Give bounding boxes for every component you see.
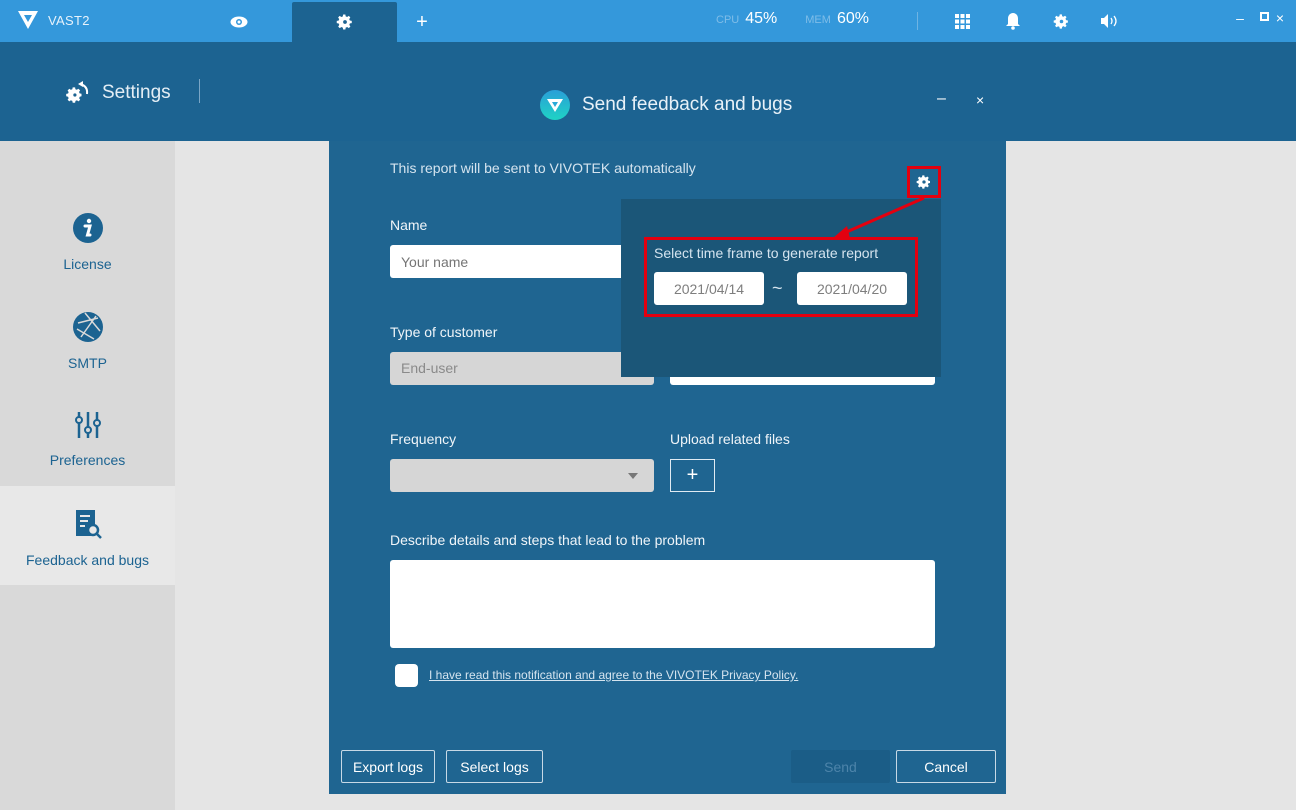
- customer-type-field[interactable]: End-user: [390, 352, 654, 385]
- maximize-icon: [1259, 12, 1269, 21]
- time-frame-highlight-annotation: [644, 237, 918, 317]
- sidebar-item-label: Feedback and bugs: [26, 552, 149, 568]
- add-tab-button[interactable]: +: [410, 2, 434, 42]
- gear-icon: [336, 14, 352, 30]
- minimize-window-button[interactable]: –: [1232, 10, 1248, 26]
- settings-sidebar: License SMTP Preferences Feedback and bu…: [0, 141, 175, 810]
- notifications-button[interactable]: [1004, 12, 1022, 30]
- sidebar-item-preferences[interactable]: Preferences: [0, 388, 175, 487]
- plus-icon: +: [686, 464, 699, 486]
- bell-icon: [1006, 12, 1020, 30]
- privacy-checkbox[interactable]: [395, 664, 418, 687]
- maximize-window-button[interactable]: [1256, 12, 1272, 24]
- mem-label: MEM: [805, 14, 831, 26]
- tab-settings[interactable]: [292, 2, 397, 42]
- sidebar-item-license[interactable]: License: [0, 190, 175, 289]
- select-logs-button[interactable]: Select logs: [446, 750, 543, 783]
- toolbar-divider: [917, 12, 918, 30]
- app-name: VAST2: [48, 12, 90, 28]
- mem-value: 60%: [836, 10, 869, 27]
- eye-icon: [230, 16, 248, 28]
- export-logs-button[interactable]: Export logs: [341, 750, 435, 783]
- settings-button[interactable]: [1052, 12, 1070, 30]
- close-window-button[interactable]: ×: [1272, 10, 1288, 26]
- grid-icon: [954, 13, 970, 29]
- dialog-minimize-button[interactable]: –: [937, 90, 946, 108]
- cancel-button[interactable]: Cancel: [896, 750, 996, 783]
- info-icon: [72, 213, 103, 243]
- grid-button[interactable]: [953, 12, 971, 30]
- tab-live-view[interactable]: [222, 2, 256, 42]
- settings-title: Settings: [102, 82, 171, 103]
- frequency-select[interactable]: [390, 459, 654, 492]
- details-textarea[interactable]: [390, 560, 935, 648]
- name-label: Name: [390, 217, 428, 233]
- sidebar-item-label: Preferences: [49, 452, 126, 468]
- dialog-header: Send feedback and bugs: [540, 90, 792, 120]
- gear-icon: [1053, 13, 1068, 29]
- system-stats: CPU 45% MEM 60%: [716, 10, 891, 28]
- dialog-close-button[interactable]: ×: [976, 92, 984, 108]
- dialog-title: Send feedback and bugs: [582, 94, 793, 115]
- vivotek-logo-icon: [18, 11, 38, 29]
- globe-icon: [72, 312, 103, 342]
- sidebar-item-feedback[interactable]: Feedback and bugs: [0, 486, 175, 585]
- sliders-icon: [74, 412, 101, 438]
- volume-button[interactable]: [1101, 12, 1119, 30]
- details-label: Describe details and steps that lead to …: [390, 532, 706, 548]
- customer-type-label: Type of customer: [390, 324, 498, 340]
- sidebar-item-label: License: [63, 256, 112, 272]
- page-title: Settings: [66, 80, 171, 106]
- upload-label: Upload related files: [670, 431, 790, 447]
- speaker-icon: [1101, 14, 1117, 28]
- settings-refresh-icon: [66, 81, 89, 103]
- name-input[interactable]: [390, 245, 654, 278]
- app-logo: VAST2: [18, 11, 90, 29]
- vivotek-logo-icon: [540, 90, 570, 120]
- chevron-down-icon: [628, 473, 638, 479]
- send-button[interactable]: Send: [791, 750, 890, 783]
- report-search-icon: [75, 510, 102, 539]
- gear-highlight-annotation: [907, 166, 941, 198]
- cpu-value: 45%: [745, 10, 778, 27]
- cpu-label: CPU: [716, 14, 740, 26]
- sidebar-item-label: SMTP: [68, 355, 107, 371]
- title-divider: [199, 79, 200, 103]
- frequency-label: Frequency: [390, 431, 457, 447]
- privacy-policy-link[interactable]: I have read this notification and agree …: [429, 668, 798, 682]
- upload-files-button[interactable]: +: [670, 459, 715, 492]
- top-bar: VAST2 + CPU 45% MEM 60% – ×: [0, 0, 1296, 42]
- report-note: This report will be sent to VIVOTEK auto…: [390, 160, 696, 176]
- plus-icon: +: [416, 10, 428, 33]
- sidebar-item-smtp[interactable]: SMTP: [0, 289, 175, 388]
